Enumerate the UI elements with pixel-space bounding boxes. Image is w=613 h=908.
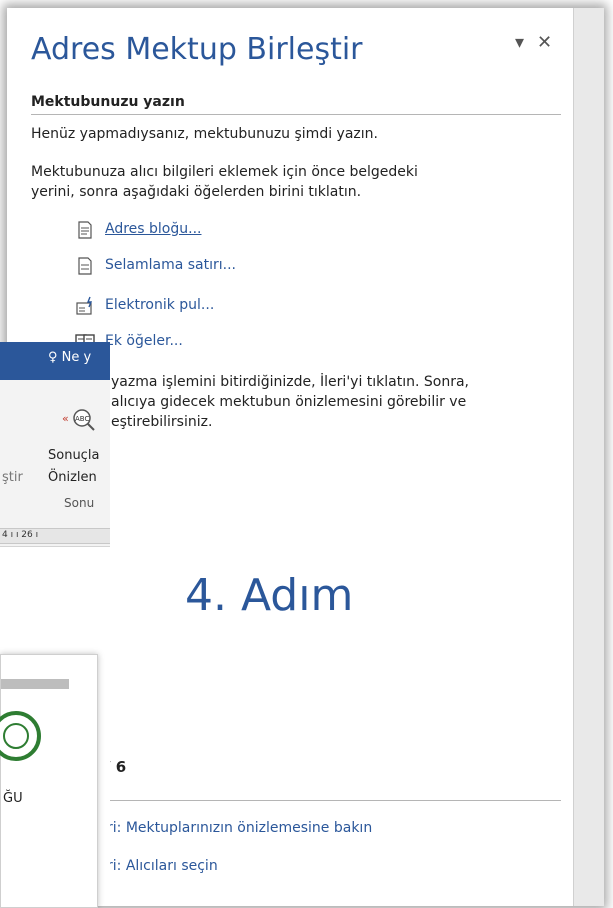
bottom-divider <box>31 800 561 801</box>
finish-line-3: eştirebilirsiniz. <box>111 414 213 430</box>
svg-text:«: « <box>62 412 69 425</box>
tell-me-text: Ne y <box>61 350 92 365</box>
ribbon-left-label[interactable]: ştir <box>2 470 23 485</box>
university-seal-icon <box>0 711 41 761</box>
pane-title: Adres Mektup Birleştir <box>31 32 363 67</box>
ruler: 4 ı ı 26 ı <box>0 528 110 544</box>
finish-line-2: alıcıya gidecek mektubun önizlemesini gö… <box>111 394 467 410</box>
address-block-icon <box>78 221 92 239</box>
more-items-link[interactable]: Ek öğeler... <box>105 333 183 349</box>
ribbon-group-label: Sonu <box>64 496 95 510</box>
address-block-link[interactable]: Adres bloğu... <box>105 221 201 237</box>
greeting-line-link[interactable]: Selamlama satırı... <box>105 257 236 273</box>
pane-options-dropdown[interactable]: ▾ <box>515 32 524 53</box>
description-line-2: yerini, sonra aşağıdaki öğelerden birini… <box>31 184 362 200</box>
close-icon[interactable]: ✕ <box>537 32 552 53</box>
preview-results-icon[interactable]: « ABC <box>62 406 98 432</box>
previous-step-link[interactable]: ri: Alıcıları seçin <box>107 858 218 874</box>
next-step-link[interactable]: ri: Mektuplarınızın önizlemesine bakın <box>107 820 372 836</box>
finish-line-1: yazma işlemini bitirdiğinizde, İleri'yi … <box>111 374 470 390</box>
tell-me-search[interactable]: ♀ Ne y <box>48 350 91 365</box>
ruler-text: 4 ı ı 26 ı <box>2 530 39 540</box>
ribbon: « ABC Sonuçla Önizlen ştir Sonu <box>0 380 110 547</box>
word-title-bar: ♀ Ne y <box>0 342 110 380</box>
background-word-window: ♀ Ne y « ABC Sonuçla Önizlen ştir Sonu 4… <box>0 342 110 908</box>
pane-scrollbar[interactable] <box>573 8 604 906</box>
lightbulb-icon: ♀ <box>48 350 58 365</box>
step-overlay-label: 4. Adım <box>185 570 354 621</box>
intro-text: Henüz yapmadıysanız, mektubunuzu şimdi y… <box>31 126 378 142</box>
section-divider <box>31 114 561 115</box>
section-heading: Mektubunuzu yazın <box>31 94 185 110</box>
document-page: ĞU <box>0 654 98 908</box>
preview-results-label-1[interactable]: Sonuçla <box>48 448 99 463</box>
greeting-line-icon <box>78 257 92 275</box>
svg-text:ABC: ABC <box>75 415 89 423</box>
description-line-1: Mektubunuza alıcı bilgileri eklemek için… <box>31 164 418 180</box>
electronic-postage-link[interactable]: Elektronik pul... <box>105 297 214 313</box>
electronic-postage-icon <box>76 296 93 315</box>
preview-results-label-2[interactable]: Önizlen <box>48 470 97 485</box>
document-header-bar <box>1 679 69 689</box>
document-text: ĞU <box>3 791 23 806</box>
